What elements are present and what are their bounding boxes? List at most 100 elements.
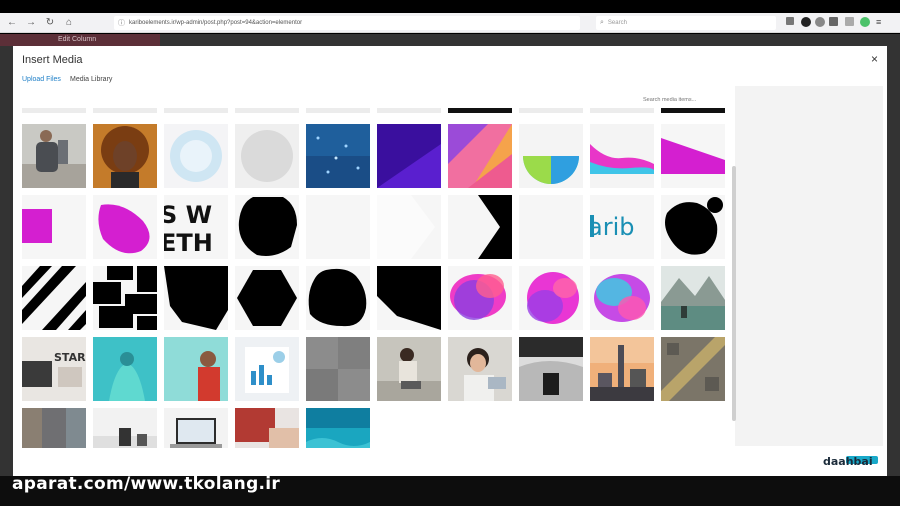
media-item-partial[interactable]: [93, 108, 157, 113]
media-item-partial[interactable]: [448, 108, 512, 113]
media-item[interactable]: [235, 337, 299, 401]
library-icon[interactable]: [786, 17, 794, 25]
browser-toolbar: ← → ↻ ⌂ ⓘ kariboelements.ir/wp-admin/pos…: [0, 13, 900, 33]
media-item[interactable]: [22, 408, 86, 448]
media-item-partial[interactable]: [661, 108, 725, 113]
media-item[interactable]: [448, 124, 512, 188]
media-item[interactable]: [590, 337, 654, 401]
media-item[interactable]: [235, 266, 299, 330]
media-item[interactable]: [164, 337, 228, 401]
media-item[interactable]: [519, 337, 583, 401]
media-item[interactable]: [661, 266, 725, 330]
media-thumbnail: [22, 266, 86, 330]
forward-icon[interactable]: →: [25, 17, 37, 29]
media-thumbnail: [306, 195, 370, 259]
media-item[interactable]: [93, 408, 157, 448]
media-item[interactable]: [661, 124, 725, 188]
extension-icon-4[interactable]: [845, 17, 854, 26]
media-grid-scrollbar[interactable]: [732, 166, 736, 421]
extension-icon-2[interactable]: [815, 17, 825, 27]
media-item[interactable]: [306, 124, 370, 188]
media-thumbnail: [661, 337, 725, 401]
tab-media-library[interactable]: Media Library: [70, 76, 112, 83]
svg-text:ETH: ETH: [164, 229, 213, 257]
media-thumbnail: [377, 266, 441, 330]
close-button[interactable]: ×: [871, 52, 878, 66]
media-item[interactable]: [448, 266, 512, 330]
attachment-details-sidebar: [735, 86, 883, 446]
media-item[interactable]: [235, 124, 299, 188]
media-item[interactable]: [235, 195, 299, 259]
media-item[interactable]: [164, 266, 228, 330]
media-item[interactable]: [661, 195, 725, 259]
media-item-partial[interactable]: [235, 108, 299, 113]
media-item[interactable]: [164, 408, 228, 448]
media-item[interactable]: [377, 337, 441, 401]
svg-text:STAR: STAR: [54, 351, 86, 364]
media-thumbnail: [661, 195, 725, 259]
media-item[interactable]: [235, 408, 299, 448]
media-item[interactable]: [377, 195, 441, 259]
media-item[interactable]: [377, 266, 441, 330]
watermark-text: aparat.com/www.tkolang.ir: [12, 474, 281, 494]
media-thumbnail: [22, 124, 86, 188]
media-item[interactable]: [519, 195, 583, 259]
media-item[interactable]: [22, 195, 86, 259]
home-icon[interactable]: ⌂: [63, 17, 75, 29]
media-item[interactable]: [377, 124, 441, 188]
search-icon: ⌕: [600, 19, 604, 26]
logo: daahbai: [823, 455, 873, 468]
back-icon[interactable]: ←: [6, 17, 18, 29]
media-item[interactable]: [93, 337, 157, 401]
media-item[interactable]: [306, 195, 370, 259]
media-thumbnail: [306, 337, 370, 401]
media-item[interactable]: [448, 337, 512, 401]
media-item[interactable]: arib: [590, 195, 654, 259]
media-item[interactable]: [306, 337, 370, 401]
media-item[interactable]: [93, 195, 157, 259]
extension-icon[interactable]: [801, 17, 811, 27]
media-item[interactable]: [590, 124, 654, 188]
editor-panel-title: Edit Column: [58, 36, 97, 43]
menu-icon[interactable]: ≡: [876, 17, 886, 27]
media-item[interactable]: STAR: [22, 337, 86, 401]
media-item[interactable]: [519, 266, 583, 330]
media-thumbnail: [235, 195, 299, 259]
browser-search[interactable]: ⌕ Search: [596, 16, 776, 30]
media-thumbnail: [519, 266, 583, 330]
media-item-partial[interactable]: [519, 108, 583, 113]
media-item[interactable]: [448, 195, 512, 259]
media-item[interactable]: [93, 266, 157, 330]
media-item[interactable]: [661, 337, 725, 401]
media-thumbnail: [377, 195, 441, 259]
media-thumbnail: [306, 408, 370, 448]
extension-icon-5[interactable]: [860, 17, 870, 27]
media-item[interactable]: [22, 266, 86, 330]
media-search-input[interactable]: [643, 94, 723, 106]
reload-icon[interactable]: ↻: [44, 17, 56, 29]
media-thumbnail: [164, 408, 228, 448]
media-item[interactable]: S W ETH: [164, 195, 228, 259]
media-thumbnail: [93, 337, 157, 401]
media-thumbnail: [164, 337, 228, 401]
media-item[interactable]: [22, 124, 86, 188]
media-item-partial[interactable]: [22, 108, 86, 113]
media-item[interactable]: [306, 266, 370, 330]
media-item-partial[interactable]: [306, 108, 370, 113]
media-item[interactable]: [306, 408, 370, 448]
media-item[interactable]: [590, 266, 654, 330]
media-item-partial[interactable]: [377, 108, 441, 113]
media-item[interactable]: [164, 124, 228, 188]
media-item[interactable]: [93, 124, 157, 188]
media-item[interactable]: [519, 124, 583, 188]
extension-icon-3[interactable]: [829, 17, 838, 26]
media-grid-previous-row: [19, 108, 733, 114]
media-item-partial[interactable]: [164, 108, 228, 113]
media-thumbnail: [235, 266, 299, 330]
media-thumbnail: [93, 266, 157, 330]
url-bar[interactable]: ⓘ kariboelements.ir/wp-admin/post.php?po…: [114, 16, 580, 30]
media-thumbnail: [235, 408, 299, 448]
tab-upload-files[interactable]: Upload Files: [22, 76, 61, 83]
url-text: kariboelements.ir/wp-admin/post.php?post…: [129, 20, 303, 26]
media-item-partial[interactable]: [590, 108, 654, 113]
